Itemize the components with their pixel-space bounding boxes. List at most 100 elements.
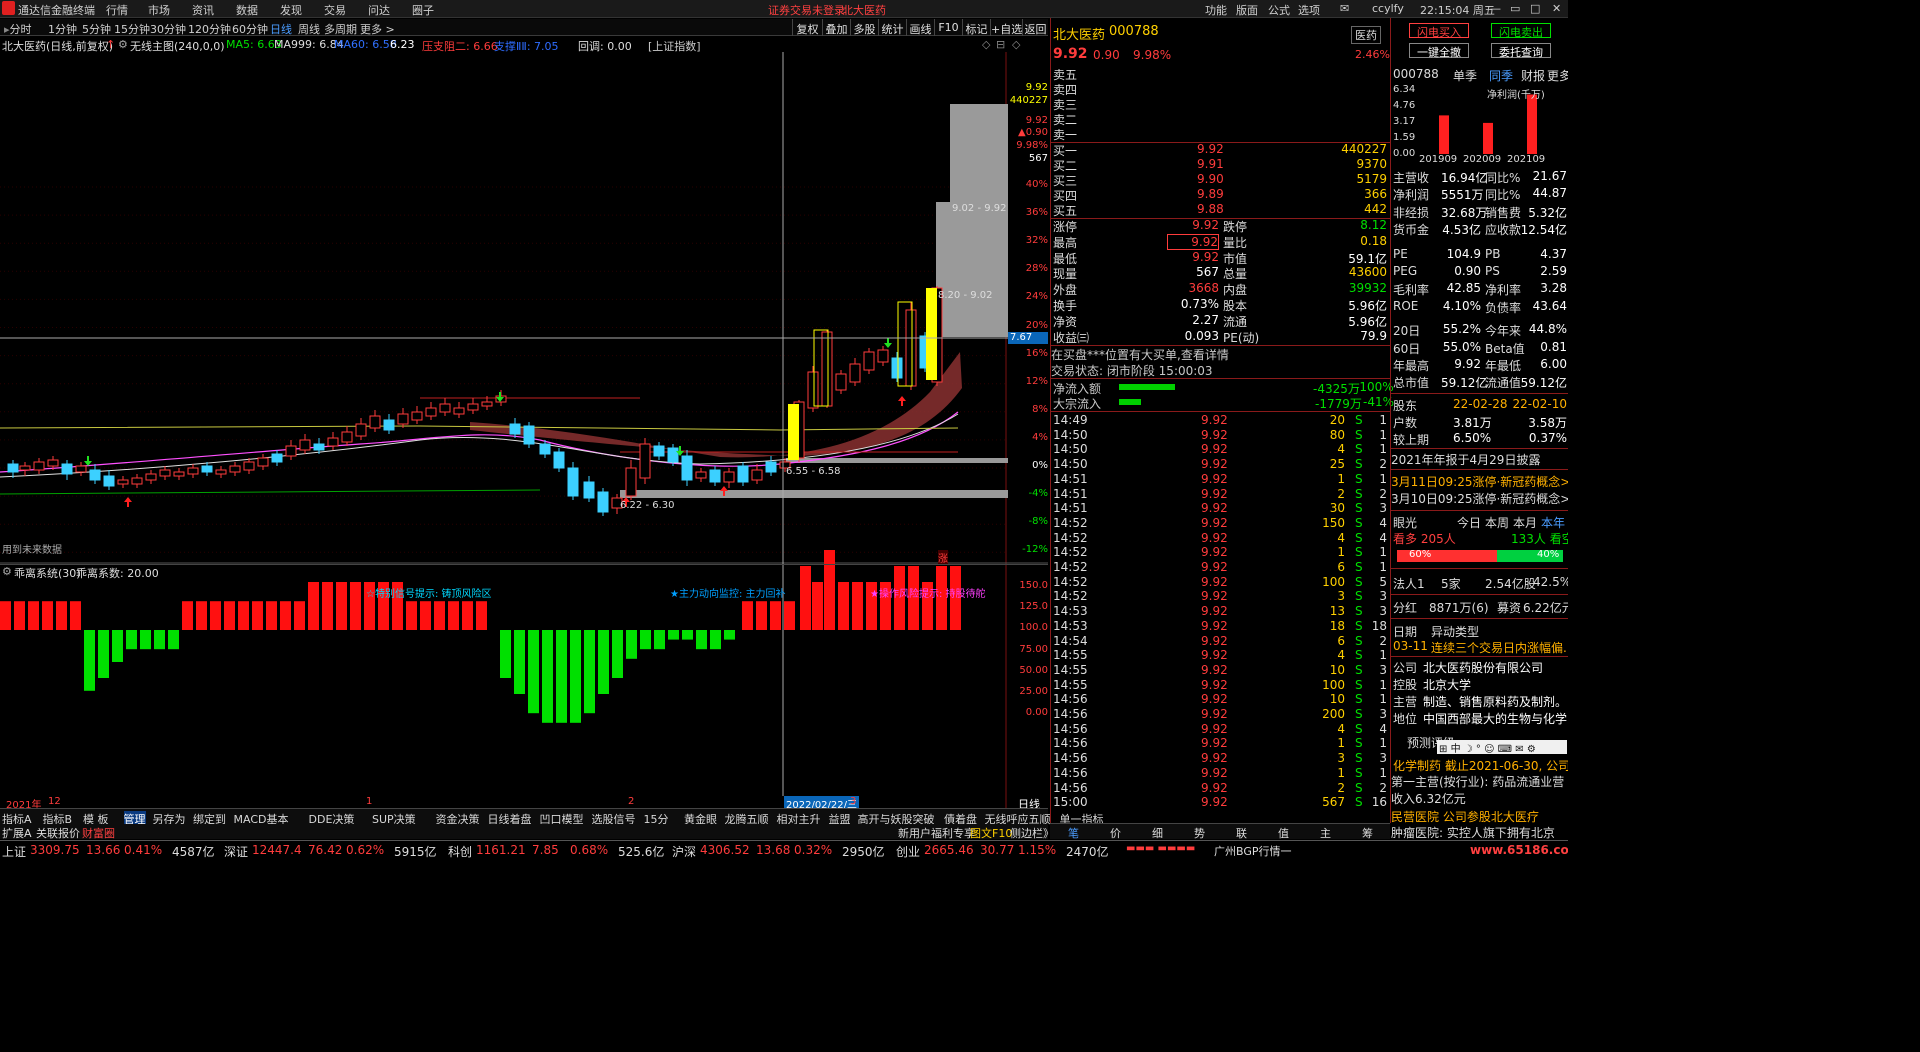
kline-chart[interactable] (0, 52, 1048, 808)
legal-row: 法人1 5家 2.54亿股 42.5% (1391, 574, 1568, 591)
sell-level-row[interactable]: 卖一 (1051, 126, 1389, 142)
menu-circle[interactable]: 圈子 (412, 2, 434, 18)
sell-level-row[interactable]: 卖二 (1051, 111, 1389, 127)
toolbar-multi-button[interactable]: 多股 (850, 19, 878, 36)
toolbar-adjust-button[interactable]: 复权 (792, 19, 822, 36)
tick-side: S (1355, 427, 1363, 442)
quote-tab[interactable]: 笔 (1068, 825, 1079, 841)
indicator-tick: 150.0 (1019, 580, 1048, 591)
promo-link[interactable]: 新用户福利专享 (898, 825, 975, 841)
buy-level-row[interactable]: 买一 9.92 440227 (1051, 142, 1389, 158)
quote-sector-tag[interactable]: 医药 (1351, 26, 1381, 44)
gear-icon[interactable]: ⚙ (118, 38, 128, 51)
period-tab-weekly[interactable]: 周线 (298, 21, 320, 37)
flash-buy-button[interactable]: 闪电买入 (1409, 23, 1469, 39)
holder-value-a: 3.81万 (1453, 416, 1492, 430)
menu-formula[interactable]: 公式 (1268, 2, 1290, 18)
maximize-icon[interactable]: □ (1530, 2, 1540, 15)
restore-icon[interactable]: ▭ (1510, 2, 1520, 15)
tab-wealth-circle[interactable]: 财富圈 (82, 825, 115, 841)
period-tab-more[interactable]: 更多 > (360, 21, 395, 37)
status-hs-0[interactable]: 沪深 (672, 843, 696, 859)
toolbar-stats-button[interactable]: 统计 (878, 19, 906, 36)
fin-value-b: 44.8% (1528, 322, 1567, 337)
diamond-icon[interactable]: ◇ (982, 38, 990, 51)
tab-related-quote[interactable]: 关联报价 (36, 825, 80, 841)
yaxis-tick: -4% (1028, 488, 1048, 500)
toolbar-watchlist-button[interactable]: +自选 (990, 19, 1022, 36)
menu-function[interactable]: 功能 (1205, 2, 1227, 18)
buy-level-row[interactable]: 买二 9.91 9370 (1051, 157, 1389, 173)
quote-tab[interactable]: 筹 (1362, 825, 1373, 841)
minimize-icon[interactable]: — (1490, 2, 1501, 15)
status-sh-0[interactable]: 上证 (2, 843, 26, 859)
buy-level-row[interactable]: 买三 9.90 5179 (1051, 172, 1389, 188)
sidebar-toggle[interactable]: 侧边栏》 (1010, 825, 1054, 841)
period-tab-fenshi[interactable]: ▸分时 (4, 21, 32, 37)
buy-level-row[interactable]: 买五 9.88 442 (1051, 202, 1389, 218)
toolbar-mark-button[interactable]: 标记 (962, 19, 990, 36)
tick-volume: 4 (1337, 530, 1345, 545)
quote-tab[interactable]: 值 (1278, 825, 1289, 841)
quote-tab[interactable]: 联 (1236, 825, 1247, 841)
stat-label-b: 量比 (1223, 235, 1248, 250)
tick-price: 9.92 (1201, 574, 1228, 589)
indicator-title[interactable]: 乖离系统(30) (14, 565, 81, 581)
menu-news[interactable]: 资讯 (192, 2, 214, 18)
sell-level-row[interactable]: 卖三 (1051, 96, 1389, 112)
diamond-icon-2[interactable]: ◇ (1012, 38, 1020, 51)
toolbar-back-button[interactable]: 返回 (1022, 19, 1048, 36)
period-tab-5m[interactable]: 5分钟 (82, 21, 111, 37)
menu-wenda[interactable]: 问达 (368, 2, 390, 18)
quote-tab[interactable]: 势 (1194, 825, 1205, 841)
f10-link[interactable]: 图文F10 (970, 825, 1012, 841)
menu-discover[interactable]: 发现 (280, 2, 302, 18)
menu-data[interactable]: 数据 (236, 2, 258, 18)
news-item-2[interactable]: 3月10日09:25涨停·新冠药概念> (1391, 490, 1568, 507)
buy-level-row[interactable]: 买四 9.89 366 (1051, 187, 1389, 203)
toolbar-overlay-button[interactable]: 叠加 (822, 19, 850, 36)
menu-trade[interactable]: 交易 (324, 2, 346, 18)
user-name[interactable]: ccylfy (1372, 2, 1404, 15)
cancel-all-button[interactable]: 一键全撤 (1409, 43, 1469, 59)
period-tab-multi[interactable]: 多周期 (324, 21, 357, 37)
status-cy-0[interactable]: 创业 (896, 843, 920, 859)
ime-toolbar[interactable]: ⊞ 中 ☽ ° ☺ ⌨ ✉ ⚙ (1437, 740, 1567, 755)
menu-options[interactable]: 选项 (1298, 2, 1320, 18)
sell-level-row[interactable]: 卖四 (1051, 81, 1389, 97)
sell-level-row[interactable]: 卖五 (1051, 66, 1389, 82)
stat-value-b: 43600 (1348, 265, 1387, 280)
period-tab-1m[interactable]: 1分钟 (48, 21, 77, 37)
period-tab-15m[interactable]: 15分钟 (114, 21, 150, 37)
flash-sell-button[interactable]: 闪电卖出 (1491, 23, 1551, 39)
fin-ytick: 1.59 (1393, 132, 1416, 143)
anomaly-row[interactable]: 03-11 连续三个交易日内涨幅偏... (1391, 638, 1568, 655)
quote-tab[interactable]: 细 (1152, 825, 1163, 841)
close-icon[interactable]: ✕ (1552, 2, 1561, 15)
period-tab-daily[interactable]: 日线 (270, 21, 292, 37)
mail-icon[interactable]: ✉ (1340, 2, 1349, 15)
menu-layout[interactable]: 版面 (1236, 2, 1258, 18)
folk-hospital[interactable]: 民营医院 公司参股北大医疗 (1391, 808, 1568, 825)
period-tab-60m[interactable]: 60分钟 (232, 21, 268, 37)
server-region[interactable]: 广州BGP行情一 (1214, 843, 1292, 859)
toolbar-f10-button[interactable]: F10 (934, 19, 962, 36)
menu-sector[interactable]: 市场 (148, 2, 170, 18)
toolbar-draw-button[interactable]: 画线 (906, 19, 934, 36)
period-tab-120m[interactable]: 120分钟 (188, 21, 231, 37)
tab-ext-a[interactable]: 扩展A (2, 825, 32, 841)
menu-market[interactable]: 行情 (106, 2, 128, 18)
status-sz-0[interactable]: 深证 (224, 843, 248, 859)
stat-row: 涨停 9.92 跌停 8.12 (1051, 218, 1389, 234)
menu-bar: 通达信金融终端 行情 市场 资讯 数据 发现 交易 问达 圈子 证券交易未登录 … (0, 0, 1568, 18)
quote-tab[interactable]: 主 (1320, 825, 1331, 841)
settings-icon[interactable]: ⚙ (2, 565, 12, 578)
period-tab-30m[interactable]: 30分钟 (150, 21, 186, 37)
status-kc-0[interactable]: 科创 (448, 843, 472, 859)
quote-tab[interactable]: 价 (1110, 825, 1121, 841)
order-query-button[interactable]: 委托查询 (1491, 43, 1551, 59)
minus-box-icon[interactable]: ⊟ (996, 38, 1005, 51)
login-notice[interactable]: 证券交易未登录 (768, 2, 845, 18)
big-order-msg[interactable]: 在买盘***位置有大买单,查看详情 (1051, 346, 1389, 362)
news-item-1[interactable]: 3月11日09:25涨停·新冠药概念> (1391, 473, 1568, 490)
